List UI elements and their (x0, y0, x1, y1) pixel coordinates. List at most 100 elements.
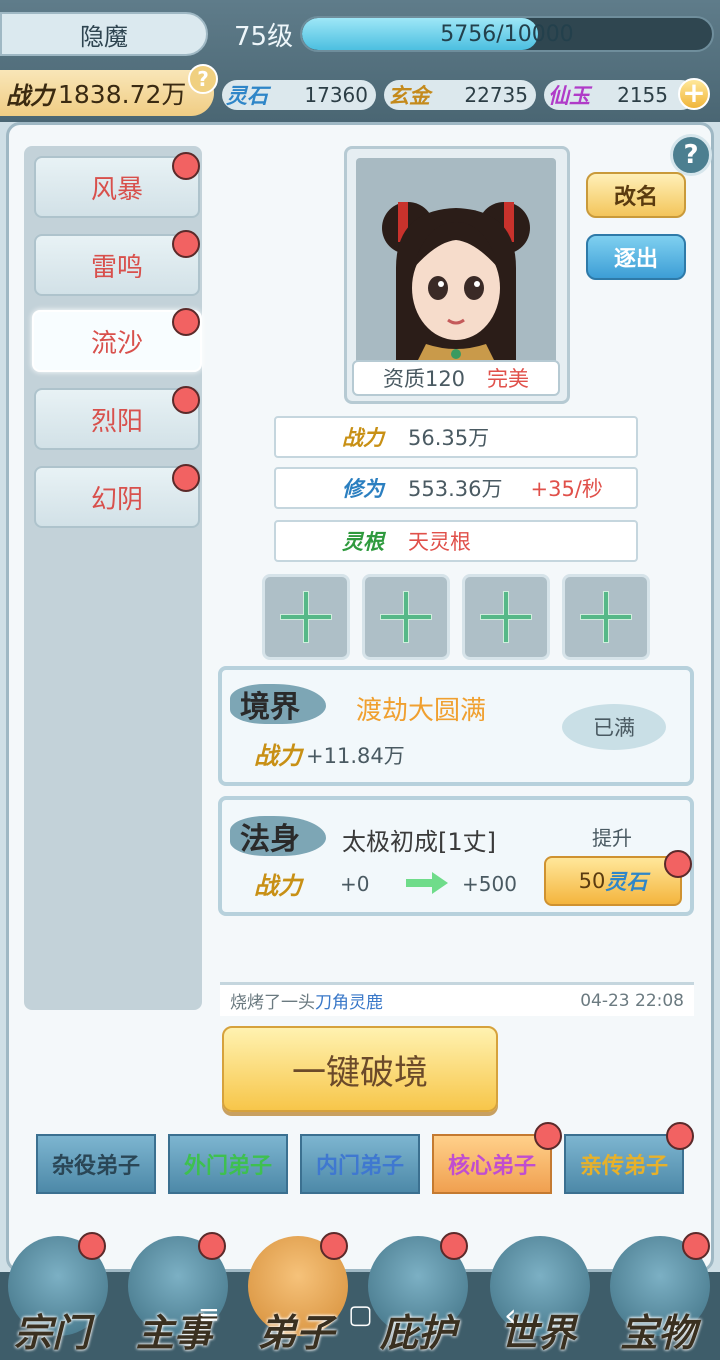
stat-label: 修为 (342, 476, 384, 501)
add-slot-icon (380, 591, 432, 643)
log-prefix: 烧烤了一头 (230, 993, 315, 1013)
realm-name: 渡劫大圆满 (356, 696, 487, 726)
player-name-text: 隐魔 (80, 22, 128, 51)
stat-row-power: 战力 56.35万 (274, 416, 638, 458)
power-value: 1838.72万 (58, 80, 187, 109)
notification-dot (320, 1232, 348, 1260)
player-name[interactable]: 隐魔 (0, 12, 208, 56)
power-label: 战力 (6, 80, 54, 110)
tab-label: 风暴 (90, 174, 143, 205)
dharma-title: 法身 (240, 822, 300, 857)
class-label: 核心弟子 (447, 1153, 536, 1179)
notification-dot (172, 386, 200, 414)
dharma-name: 太极初成[1丈] (342, 828, 496, 856)
class-button-outer[interactable]: 外门弟子 (168, 1134, 288, 1194)
breakthrough-button[interactable]: 一键破境 (222, 1026, 498, 1112)
tab-label: 烈阳 (90, 406, 143, 437)
disciple-portrait[interactable] (356, 158, 556, 364)
dharma-power-from: +0 (340, 872, 370, 896)
notification-dot (440, 1232, 468, 1260)
dharma-power-to: +500 (462, 872, 517, 896)
nav-label-disciples[interactable]: 弟子 (258, 1302, 334, 1357)
dharma-upgrade-label: 提升 (592, 826, 632, 850)
realm-power-value: +11.84万 (306, 744, 405, 768)
notification-dot (172, 308, 200, 336)
class-button-personal[interactable]: 亲传弟子 (564, 1134, 684, 1194)
stat-row-spirit-root: 灵根 天灵根 (274, 520, 638, 562)
system-back-icon[interactable]: ‹ (504, 1296, 517, 1334)
notification-dot (664, 850, 692, 878)
nav-label-sect[interactable]: 宗门 (14, 1302, 90, 1357)
player-level: 75级 (234, 22, 294, 52)
realm-status: 已满 (562, 704, 666, 750)
equip-slot-1[interactable] (262, 574, 350, 660)
tab-label: 幻阴 (90, 484, 143, 515)
arrow-right-icon (406, 872, 448, 894)
tab-label: 雷鸣 (90, 252, 143, 283)
notification-dot (534, 1122, 562, 1150)
notification-dot (78, 1232, 106, 1260)
equip-slot-3[interactable] (462, 574, 550, 660)
system-home-icon[interactable]: ▢ (348, 1300, 373, 1330)
aptitude-label: 资质120 完美 (352, 360, 560, 396)
add-slot-icon (580, 591, 632, 643)
notification-dot (172, 230, 200, 258)
rename-button[interactable]: 改名 (586, 172, 686, 218)
exp-bar: 5756/10000 (300, 16, 714, 52)
resource-xianyu: 仙玉 2155 (544, 80, 696, 110)
stat-row-cultivation: 修为 553.36万 +35/秒 (274, 467, 638, 509)
notification-dot (682, 1232, 710, 1260)
expel-button[interactable]: 逐出 (586, 234, 686, 280)
resource-label: 仙玉 (548, 83, 590, 108)
stat-value: 56.35万 (408, 426, 490, 450)
notification-dot (172, 464, 200, 492)
system-menu-icon[interactable]: ≡ (198, 1300, 220, 1330)
realm-power-label: 战力 (254, 741, 302, 770)
resource-value: 22735 (464, 83, 528, 107)
class-button-servant[interactable]: 杂役弟子 (36, 1134, 156, 1194)
log-time: 04-23 22:08 (580, 990, 684, 1011)
equip-slot-2[interactable] (362, 574, 450, 660)
aptitude-grade: 完美 (487, 367, 530, 391)
cost-amount: 50 (578, 869, 606, 893)
stat-value: 天灵根 (408, 530, 471, 554)
tab-label: 流沙 (90, 328, 143, 359)
equip-slot-4[interactable] (562, 574, 650, 660)
cost-unit: 灵石 (605, 869, 648, 894)
total-power: 战力 1838.72万 (0, 70, 214, 116)
character-avatar (382, 202, 530, 364)
resource-label: 玄金 (388, 83, 430, 108)
stat-label: 灵根 (342, 529, 384, 554)
stat-label: 战力 (342, 425, 384, 450)
resource-xuanjin: 玄金 22735 (384, 80, 536, 110)
class-label: 杂役弟子 (51, 1153, 140, 1179)
resource-lingshi: 灵石 17360 (222, 80, 376, 110)
class-button-inner[interactable]: 内门弟子 (300, 1134, 420, 1194)
event-log[interactable]: 烧烤了一头刀角灵鹿 04-23 22:08 (220, 982, 694, 1016)
resource-value: 17360 (304, 83, 368, 107)
class-label: 内门弟子 (315, 1153, 404, 1179)
add-slot-icon (280, 591, 332, 643)
nav-label-shelter[interactable]: 庇护 (380, 1302, 456, 1357)
class-label: 外门弟子 (183, 1153, 272, 1179)
resource-value: 2155 (617, 83, 668, 107)
dharma-upgrade-button[interactable]: 50 灵石 (544, 856, 682, 906)
exp-text: 5756/10000 (440, 21, 574, 47)
help-icon[interactable]: ? (670, 134, 712, 176)
aptitude-value: 资质120 (382, 367, 466, 391)
notification-dot (198, 1232, 226, 1260)
class-button-core[interactable]: 核心弟子 (432, 1134, 552, 1194)
power-help-icon[interactable]: ? (188, 64, 218, 94)
log-text: 烧烤了一头刀角灵鹿 (230, 988, 383, 1013)
add-slot-icon (480, 591, 532, 643)
nav-label-treasure[interactable]: 宝物 (620, 1302, 696, 1357)
log-highlight: 刀角灵鹿 (315, 993, 383, 1013)
realm-title: 境界 (240, 690, 300, 725)
stat-value: 553.36万 (408, 477, 503, 501)
add-currency-button[interactable]: + (678, 78, 710, 110)
class-label: 亲传弟子 (579, 1153, 668, 1179)
stat-rate: +35/秒 (530, 477, 603, 501)
notification-dot (172, 152, 200, 180)
resource-label: 灵石 (226, 83, 268, 108)
notification-dot (666, 1122, 694, 1150)
